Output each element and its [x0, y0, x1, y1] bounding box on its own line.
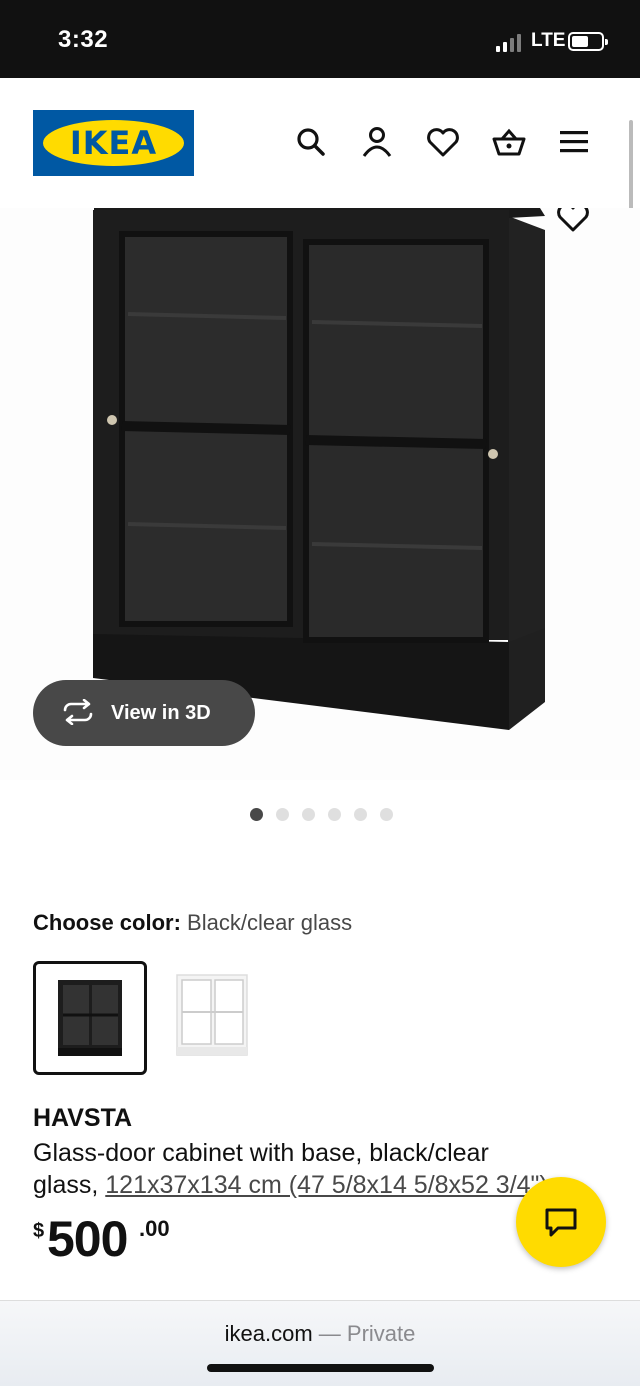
- favorites-icon[interactable]: [425, 124, 461, 160]
- price-integer: 500: [47, 1211, 128, 1267]
- battery-icon: [568, 32, 608, 51]
- signal-icon: [496, 34, 524, 52]
- chat-icon: [545, 1208, 577, 1237]
- view-in-3d-label: View in 3D: [111, 702, 211, 724]
- site-header: IKEA: [0, 78, 640, 208]
- menu-icon[interactable]: [556, 124, 592, 160]
- view-in-3d-button[interactable]: View in 3D: [33, 680, 255, 746]
- home-indicator[interactable]: [207, 1364, 434, 1372]
- status-time: 3:32: [58, 26, 109, 53]
- color-chooser: Choose color: Black/clear glass: [33, 910, 352, 936]
- cart-icon[interactable]: [491, 124, 527, 160]
- carousel-dot[interactable]: [380, 808, 393, 821]
- save-favorite-icon[interactable]: [553, 208, 593, 238]
- account-icon[interactable]: [359, 124, 395, 160]
- ikea-logo[interactable]: IKEA: [33, 110, 194, 176]
- selected-color: Black/clear glass: [187, 910, 353, 935]
- price-decimals: .00: [139, 1216, 170, 1241]
- carousel-dot[interactable]: [328, 808, 341, 821]
- product-image-carousel[interactable]: View in 3D: [0, 208, 640, 780]
- product-desc-text: Glass-door cabinet with base, black/clea…: [33, 1139, 489, 1167]
- network-label: LTE: [531, 30, 566, 51]
- product-desc-line2: glass,: [33, 1171, 99, 1199]
- swatch-white-glass[interactable]: [161, 961, 275, 1075]
- product-description: Glass-door cabinet with base, black/clea…: [33, 1137, 593, 1201]
- color-label: Choose color:: [33, 910, 181, 935]
- address-text[interactable]: ikea.com — Private: [0, 1321, 640, 1347]
- carousel-dot[interactable]: [276, 808, 289, 821]
- search-icon[interactable]: [293, 124, 329, 160]
- product-dimensions-link[interactable]: 121x37x134 cm (47 5/8x14 5/8x52 3/4"): [105, 1171, 548, 1199]
- browser-address-bar[interactable]: ikea.com — Private: [0, 1300, 640, 1386]
- price-currency: $: [33, 1220, 45, 1242]
- private-mode-label: — Private: [318, 1321, 416, 1346]
- chat-button[interactable]: [516, 1177, 606, 1267]
- carousel-dot[interactable]: [250, 808, 263, 821]
- status-bar: 3:32 LTE: [0, 0, 640, 78]
- white-cabinet-thumb: [176, 974, 248, 1056]
- carousel-pagination: [0, 808, 640, 822]
- carousel-dot[interactable]: [354, 808, 367, 821]
- carousel-dot[interactable]: [302, 808, 315, 821]
- swatch-black-glass[interactable]: [33, 961, 147, 1075]
- rotate-3d-icon: [63, 699, 93, 725]
- product-name: HAVSTA: [33, 1104, 133, 1132]
- address-domain: ikea.com: [224, 1321, 313, 1346]
- black-cabinet-thumb: [58, 980, 122, 1056]
- logo-text: IKEA: [69, 124, 158, 162]
